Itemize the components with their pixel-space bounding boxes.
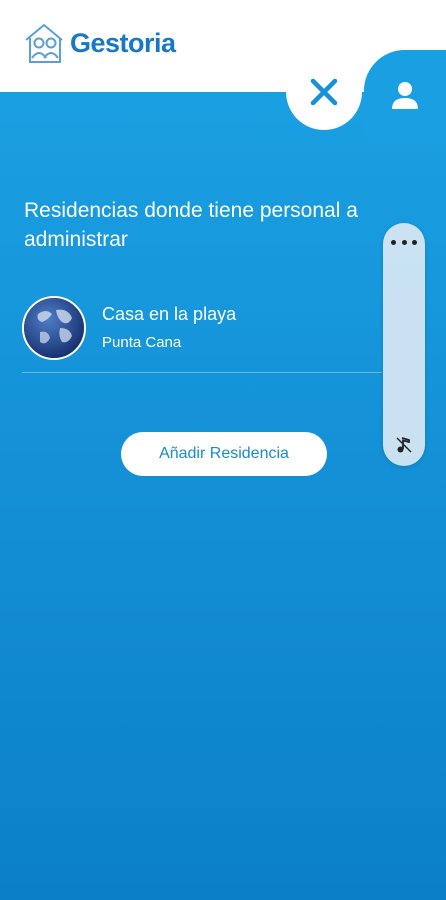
divider [22, 372, 382, 373]
profile-button[interactable] [364, 50, 446, 140]
floating-toolbar [383, 223, 425, 466]
house-people-icon [25, 23, 63, 63]
section-title: Residencias donde tiene personal a admin… [24, 199, 358, 251]
residence-location: Punta Cana [102, 334, 182, 351]
add-residence-button[interactable]: Añadir Residencia [121, 432, 327, 476]
globe-icon [22, 296, 86, 360]
more-dots-icon[interactable] [391, 235, 417, 249]
close-button[interactable] [286, 54, 362, 130]
music-note-icon[interactable] [394, 435, 414, 455]
residence-name: Casa en la playa [102, 304, 237, 324]
close-icon [310, 78, 338, 106]
residence-item[interactable]: Casa en la playa Punta Cana [22, 296, 382, 360]
logo: Gestoria [22, 20, 176, 66]
user-icon [392, 82, 418, 109]
logo-text: Gestoria [70, 27, 176, 58]
